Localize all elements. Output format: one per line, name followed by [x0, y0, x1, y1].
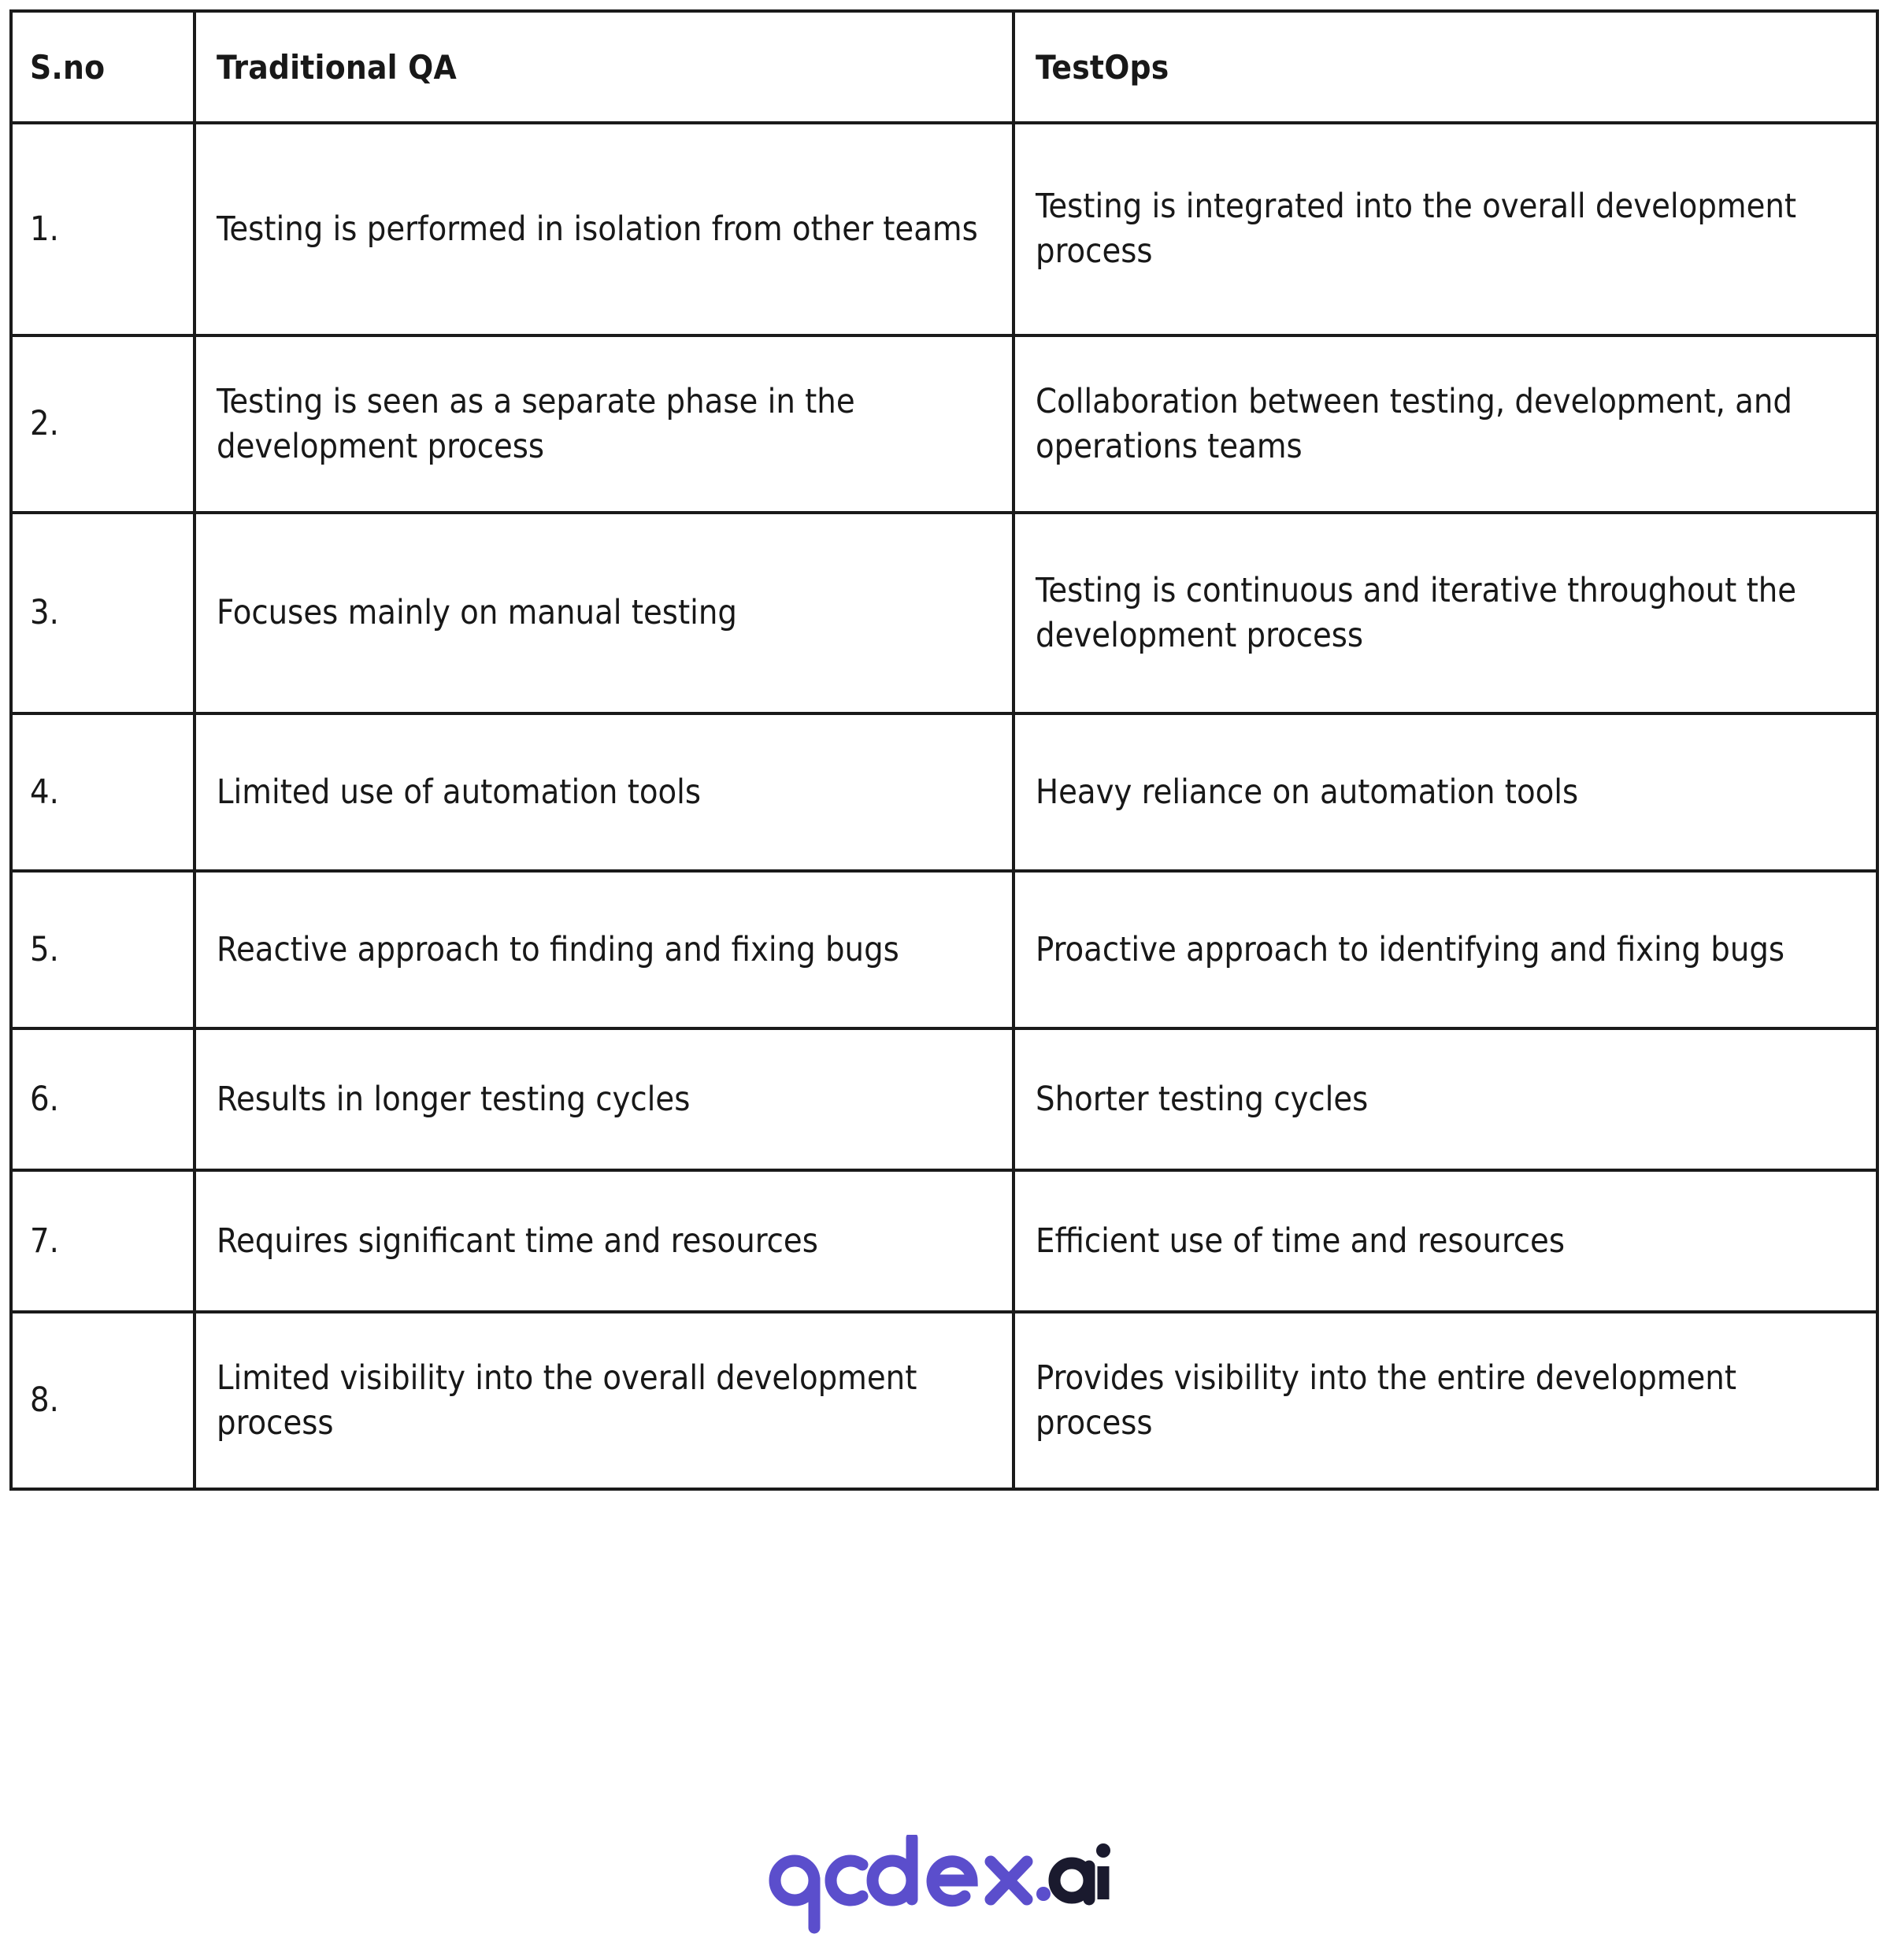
traditional-qa-cell: Testing is seen as a separate phase in t… — [193, 334, 1015, 514]
document-page: S.no Traditional QA TestOps 1. Testing i… — [0, 0, 1890, 1960]
row-number: 4. — [9, 712, 196, 873]
table-row: 3. Focuses mainly on manual testing Test… — [9, 511, 1879, 715]
table-row: 5. Reactive approach to finding and fixi… — [9, 869, 1879, 1030]
testops-cell: Testing is continuous and iterative thro… — [1012, 511, 1879, 715]
qodex-ai-logo — [0, 1835, 1890, 1937]
traditional-qa-cell: Limited use of automation tools — [193, 712, 1015, 873]
column-header-sno: S.no — [9, 9, 196, 124]
table-row: 4. Limited use of automation tools Heavy… — [9, 712, 1879, 873]
testops-cell: Heavy reliance on automation tools — [1012, 712, 1879, 873]
qa-vs-testops-table: S.no Traditional QA TestOps 1. Testing i… — [9, 9, 1879, 1491]
table-header: S.no Traditional QA TestOps — [9, 9, 1879, 124]
traditional-qa-cell: Focuses mainly on manual testing — [193, 511, 1015, 715]
testops-cell: Testing is integrated into the overall d… — [1012, 121, 1879, 337]
testops-cell: Efficient use of time and resources — [1012, 1169, 1879, 1313]
comparison-table-container: S.no Traditional QA TestOps 1. Testing i… — [9, 9, 1879, 1491]
table-row: 7. Requires significant time and resourc… — [9, 1169, 1879, 1313]
row-number: 1. — [9, 121, 196, 337]
table-row: 6. Results in longer testing cycles Shor… — [9, 1027, 1879, 1172]
testops-cell: Provides visibility into the entire deve… — [1012, 1310, 1879, 1491]
table-row: 8. Limited visibility into the overall d… — [9, 1310, 1879, 1491]
table-header-row: S.no Traditional QA TestOps — [9, 9, 1879, 124]
row-number: 2. — [9, 334, 196, 514]
row-number: 3. — [9, 511, 196, 715]
table-row: 1. Testing is performed in isolation fro… — [9, 121, 1879, 337]
table-row: 2. Testing is seen as a separate phase i… — [9, 334, 1879, 514]
testops-cell: Shorter testing cycles — [1012, 1027, 1879, 1172]
traditional-qa-cell: Limited visibility into the overall deve… — [193, 1310, 1015, 1491]
traditional-qa-cell: Requires significant time and resources — [193, 1169, 1015, 1313]
logo-letter-i-dot — [1096, 1843, 1110, 1858]
row-number: 6. — [9, 1027, 196, 1172]
logo-letter-e — [926, 1855, 978, 1907]
traditional-qa-cell: Results in longer testing cycles — [193, 1027, 1015, 1172]
column-header-testops: TestOps — [1012, 9, 1879, 124]
qodex-ai-logo-i — [1096, 1843, 1110, 1899]
logo-dot — [1036, 1887, 1051, 1901]
qodex-ai-logo-icon — [769, 1835, 1095, 1934]
row-number: 8. — [9, 1310, 196, 1491]
testops-cell: Collaboration between testing, developme… — [1012, 334, 1879, 514]
traditional-qa-cell: Reactive approach to finding and fixing … — [193, 869, 1015, 1030]
column-header-traditional-qa: Traditional QA — [193, 9, 1015, 124]
table-body: 1. Testing is performed in isolation fro… — [9, 121, 1879, 1491]
row-number: 7. — [9, 1169, 196, 1313]
testops-cell: Proactive approach to identifying and fi… — [1012, 869, 1879, 1030]
traditional-qa-cell: Testing is performed in isolation from o… — [193, 121, 1015, 337]
row-number: 5. — [9, 869, 196, 1030]
logo-letter-o — [825, 1854, 869, 1906]
